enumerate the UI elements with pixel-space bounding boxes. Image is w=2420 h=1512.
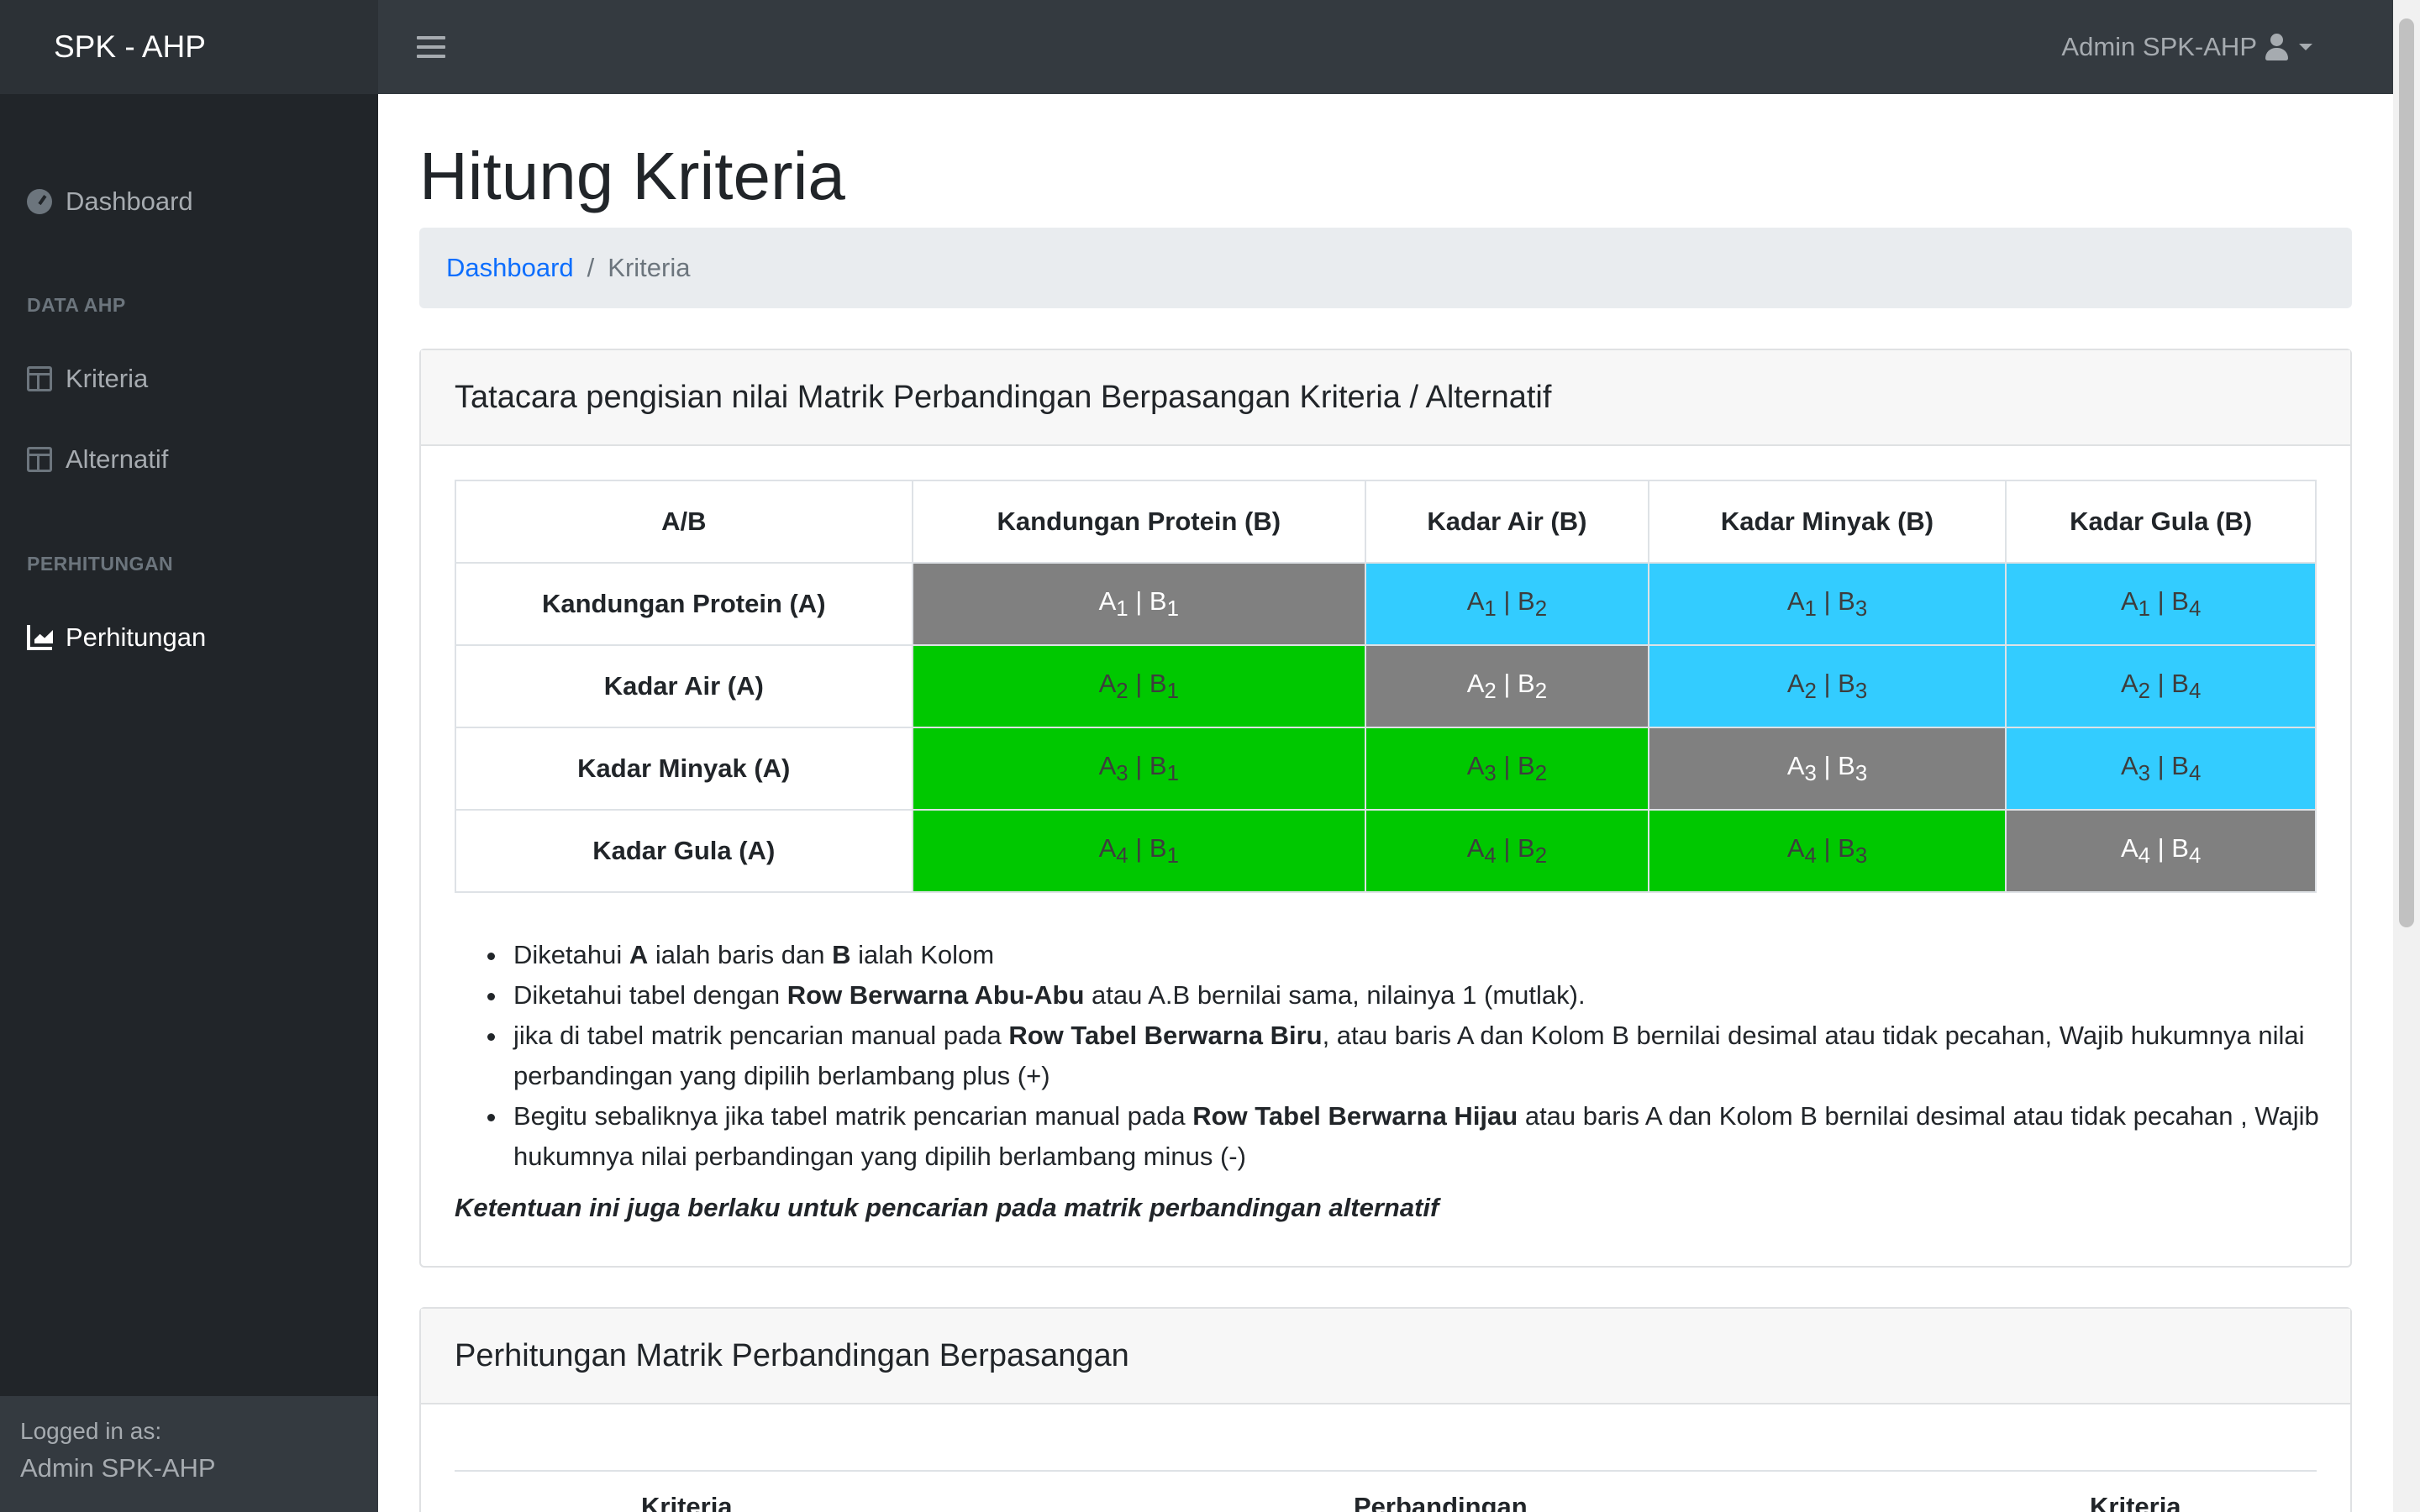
table-col-header: Perbandingan [1354, 1492, 1528, 1512]
main-content: Hitung Kriteria Dashboard / Kriteria Tat… [378, 94, 2393, 1512]
sidebar-footer: Logged in as: Admin SPK-AHP [0, 1396, 378, 1512]
chart-area-icon [27, 625, 52, 650]
matrix-cell: A4 | B3 [1647, 809, 2007, 893]
matrix-row-header: Kandungan Protein (A) [455, 562, 913, 646]
sidebar-item-label: Alternatif [66, 444, 169, 474]
instruction-list: Diketahui A ialah baris dan B ialah Kolo… [475, 935, 2323, 1177]
sidebar-item-label: Kriteria [66, 364, 149, 393]
matrix-col-header: Kadar Minyak (B) [1647, 480, 2007, 564]
sidebar-heading-perhitungan: PERHITUNGAN [27, 553, 174, 575]
logged-in-user: Admin SPK-AHP [20, 1453, 216, 1483]
matrix-cell: A4 | B1 [911, 809, 1367, 893]
list-item: Begitu sebaliknya jika tabel matrik penc… [508, 1096, 2323, 1177]
hamburger-icon[interactable] [417, 36, 445, 58]
calculation-card: Perhitungan Matrik Perbandingan Berpasan… [419, 1307, 2352, 1512]
table-divider [455, 1470, 2317, 1472]
matrix-cell: A3 | B3 [1647, 727, 2007, 811]
page-scrollbar[interactable] [2393, 0, 2420, 1512]
user-menu-dropdown[interactable]: Admin SPK-AHP [2061, 32, 2312, 62]
matrix-cell: A1 | B4 [2005, 562, 2317, 646]
sidebar-item-alternatif[interactable]: Alternatif [0, 433, 378, 486]
table-icon [27, 447, 52, 472]
matrix-corner-header: A/B [455, 480, 913, 564]
matrix-cell: A2 | B4 [2005, 644, 2317, 728]
card-header: Perhitungan Matrik Perbandingan Berpasan… [421, 1309, 2350, 1404]
matrix-row-header: Kadar Minyak (A) [455, 727, 913, 811]
matrix-row-header: Kadar Air (A) [455, 644, 913, 728]
sidebar-item-perhitungan[interactable]: Perhitungan [0, 611, 378, 664]
instructions-card: Tatacara pengisian nilai Matrik Perbandi… [419, 349, 2352, 1268]
breadcrumb-current: Kriteria [608, 253, 691, 282]
matrix-cell: A2 | B2 [1365, 644, 1649, 728]
chevron-down-icon [2299, 44, 2312, 50]
user-icon [2264, 34, 2289, 60]
matrix-cell: A1 | B1 [911, 562, 1367, 646]
brand-logo[interactable]: SPK - AHP [0, 0, 378, 94]
list-item: Diketahui tabel dengan Row Berwarna Abu-… [508, 975, 2323, 1016]
matrix-cell: A3 | B4 [2005, 727, 2317, 811]
matrix-cell: A1 | B2 [1365, 562, 1649, 646]
breadcrumb-separator: / [587, 253, 595, 282]
matrix-col-header: Kadar Air (B) [1365, 480, 1649, 564]
matrix-row-header: Kadar Gula (A) [455, 809, 913, 893]
matrix-col-header: Kadar Gula (B) [2005, 480, 2317, 564]
sidebar: Dashboard DATA AHP Kriteria Alternatif P… [0, 94, 378, 1512]
matrix-cell: A3 | B1 [911, 727, 1367, 811]
logged-in-label: Logged in as: [20, 1418, 162, 1444]
table-col-header: Kriteria [641, 1492, 733, 1512]
matrix-cell: A2 | B1 [911, 644, 1367, 728]
breadcrumb-link-dashboard[interactable]: Dashboard [446, 253, 574, 283]
page-title: Hitung Kriteria [419, 139, 845, 213]
gauge-icon [27, 189, 52, 214]
table-col-header: Kriteria [2090, 1492, 2181, 1512]
list-item: jika di tabel matrik pencarian manual pa… [508, 1016, 2323, 1096]
top-navbar: SPK - AHP Admin SPK-AHP [0, 0, 2393, 94]
matrix-cell: A2 | B3 [1647, 644, 2007, 728]
matrix-cell: A3 | B2 [1365, 727, 1649, 811]
sidebar-item-kriteria[interactable]: Kriteria [0, 352, 378, 406]
sidebar-heading-data-ahp: DATA AHP [27, 294, 126, 316]
sidebar-item-label: Dashboard [66, 186, 193, 216]
card-header: Tatacara pengisian nilai Matrik Perbandi… [421, 350, 2350, 446]
matrix-cell: A4 | B4 [2005, 809, 2317, 893]
matrix-cell: A1 | B3 [1647, 562, 2007, 646]
scrollbar-thumb[interactable] [2399, 18, 2414, 927]
sidebar-item-label: Perhitungan [66, 622, 207, 652]
breadcrumb: Dashboard / Kriteria [419, 228, 2352, 308]
matrix-cell: A4 | B2 [1365, 809, 1649, 893]
comparison-matrix-table: A/B Kandungan Protein (B) Kadar Air (B) … [455, 480, 2317, 893]
table-icon [27, 366, 52, 391]
matrix-col-header: Kandungan Protein (B) [911, 480, 1367, 564]
sidebar-item-dashboard[interactable]: Dashboard [0, 175, 378, 228]
footnote: Ketentuan ini juga berlaku untuk pencari… [455, 1193, 1439, 1222]
list-item: Diketahui A ialah baris dan B ialah Kolo… [508, 935, 2323, 975]
user-menu-label: Admin SPK-AHP [2061, 32, 2257, 61]
